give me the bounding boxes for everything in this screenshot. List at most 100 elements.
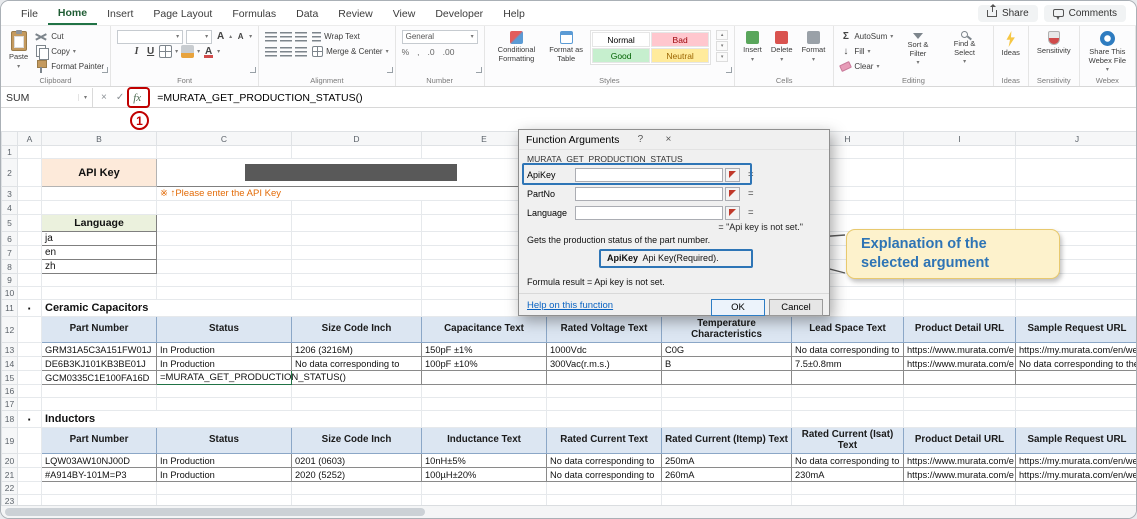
cell[interactable]: [41, 397, 157, 411]
format-cells-button[interactable]: Format ▾: [800, 30, 828, 65]
comments-button[interactable]: Comments: [1043, 4, 1126, 22]
share-button[interactable]: Share: [977, 3, 1038, 22]
cell[interactable]: [1015, 145, 1136, 159]
capacitors-data-cell[interactable]: 100pF ±10%: [421, 356, 547, 371]
cell[interactable]: [291, 259, 422, 274]
row-header[interactable]: 14: [1, 356, 18, 371]
row-header[interactable]: 12: [1, 316, 18, 343]
inductors-data-cell[interactable]: 2020 (5252): [291, 467, 422, 482]
cell[interactable]: [1015, 200, 1136, 215]
ideas-button[interactable]: Ideas: [1000, 30, 1022, 59]
section-bullet[interactable]: ·: [17, 410, 42, 428]
font-color-icon[interactable]: A: [203, 46, 214, 58]
cell[interactable]: [291, 481, 422, 495]
gallery-down-icon[interactable]: ▾: [716, 41, 729, 51]
capacitors-data-cell[interactable]: [1015, 370, 1136, 385]
language-header-cell[interactable]: Language: [41, 214, 157, 232]
dialog-help-icon[interactable]: ?: [633, 134, 647, 145]
api-key-input-cell[interactable]: [156, 158, 547, 187]
align-left-icon[interactable]: [265, 46, 278, 57]
cell[interactable]: [1015, 397, 1136, 411]
align-middle-icon[interactable]: [280, 31, 293, 42]
row-header[interactable]: 8: [1, 259, 18, 274]
collapse-partno-button[interactable]: [725, 186, 740, 201]
capacitors-header-cell[interactable]: Capacitance Text: [421, 316, 547, 343]
row-header[interactable]: 9: [1, 273, 18, 287]
cell[interactable]: [791, 397, 904, 411]
language-option-cell[interactable]: zh: [41, 259, 157, 274]
clear-button[interactable]: Clear ▾: [839, 60, 893, 73]
inductors-data-cell[interactable]: No data corresponding to: [546, 453, 662, 468]
row-header[interactable]: 18: [1, 410, 18, 428]
align-right-icon[interactable]: [295, 46, 308, 57]
inductors-data-cell[interactable]: 10nH±5%: [421, 453, 547, 468]
inductors-header-cell[interactable]: Rated Current Text: [546, 427, 662, 454]
inductors-data-cell[interactable]: No data corresponding to: [791, 453, 904, 468]
row-header[interactable]: 21: [1, 467, 18, 482]
cell[interactable]: [41, 145, 157, 159]
row-header[interactable]: 17: [1, 397, 18, 411]
tab-data[interactable]: Data: [286, 3, 328, 24]
cell[interactable]: [17, 214, 42, 232]
column-header-b[interactable]: B: [41, 131, 157, 146]
cell[interactable]: [156, 145, 292, 159]
cell[interactable]: [421, 397, 547, 411]
capacitors-data-cell[interactable]: No data corresponding to: [291, 356, 422, 371]
capacitors-data-cell[interactable]: 7.5±0.8mm: [791, 356, 904, 371]
cell[interactable]: [156, 384, 292, 398]
cell[interactable]: [903, 397, 1016, 411]
cell[interactable]: [156, 259, 292, 274]
inductors-header-cell[interactable]: Size Code Inch: [291, 427, 422, 454]
column-header-d[interactable]: D: [291, 131, 422, 146]
dialog-launcher-icon[interactable]: [475, 67, 482, 73]
cell[interactable]: [1015, 299, 1136, 317]
cell[interactable]: [291, 200, 422, 215]
cell[interactable]: [546, 397, 662, 411]
cell[interactable]: [17, 384, 42, 398]
cell[interactable]: [156, 481, 292, 495]
cell[interactable]: [791, 481, 904, 495]
cell[interactable]: [17, 286, 42, 300]
cell[interactable]: [421, 481, 547, 495]
cell[interactable]: [41, 481, 157, 495]
cell[interactable]: [17, 370, 42, 385]
fill-button[interactable]: ↓ Fill ▾: [840, 45, 893, 58]
increase-font-size-icon[interactable]: A: [215, 31, 226, 42]
delete-cells-button[interactable]: Delete ▾: [769, 30, 795, 65]
confirm-entry-icon[interactable]: ✓: [116, 92, 124, 103]
cell[interactable]: [291, 397, 422, 411]
collapse-language-button[interactable]: [725, 205, 740, 220]
capacitors-data-cell[interactable]: [661, 370, 792, 385]
capacitors-header-cell[interactable]: Status: [156, 316, 292, 343]
comma-style-icon[interactable]: ,: [417, 47, 419, 57]
partno-input[interactable]: [575, 186, 723, 201]
increase-decimal-icon[interactable]: .0: [428, 47, 435, 57]
cell[interactable]: [1015, 286, 1136, 300]
scrollbar-thumb[interactable]: [5, 508, 425, 516]
capacitors-data-cell[interactable]: 1206 (3216M): [291, 342, 422, 357]
active-formula-cell[interactable]: =MURATA_GET_PRODUCTION_STATUS(): [156, 370, 346, 385]
capacitors-data-cell[interactable]: https://www.murata.com/e: [903, 342, 1016, 357]
cell[interactable]: [291, 286, 422, 300]
capacitors-data-cell[interactable]: In Production: [156, 356, 292, 371]
capacitors-data-cell[interactable]: https://my.murata.com/en/web/s: [1015, 342, 1136, 357]
cell[interactable]: [546, 384, 662, 398]
underline-button[interactable]: U: [145, 46, 156, 57]
font-name-select[interactable]: ▾: [117, 29, 184, 44]
column-header-a[interactable]: A: [17, 131, 42, 146]
row-header[interactable]: 10: [1, 286, 18, 300]
style-good[interactable]: Good: [592, 48, 651, 63]
fill-color-icon[interactable]: [181, 45, 195, 58]
cell[interactable]: [903, 410, 1016, 428]
capacitors-data-cell[interactable]: [546, 370, 662, 385]
cell[interactable]: [41, 186, 157, 201]
row-header[interactable]: 5: [1, 214, 18, 232]
cell[interactable]: [41, 273, 157, 287]
capacitors-data-cell[interactable]: 150pF ±1%: [421, 342, 547, 357]
capacitors-header-cell[interactable]: Temperature Characteristics: [661, 316, 792, 343]
style-normal[interactable]: Normal: [592, 32, 651, 47]
inductors-header-cell[interactable]: Inductance Text: [421, 427, 547, 454]
inductors-header-cell[interactable]: Product Detail URL: [903, 427, 1016, 454]
capacitors-data-cell[interactable]: https://www.murata.com/e: [903, 356, 1016, 371]
tab-home[interactable]: Home: [47, 2, 98, 25]
